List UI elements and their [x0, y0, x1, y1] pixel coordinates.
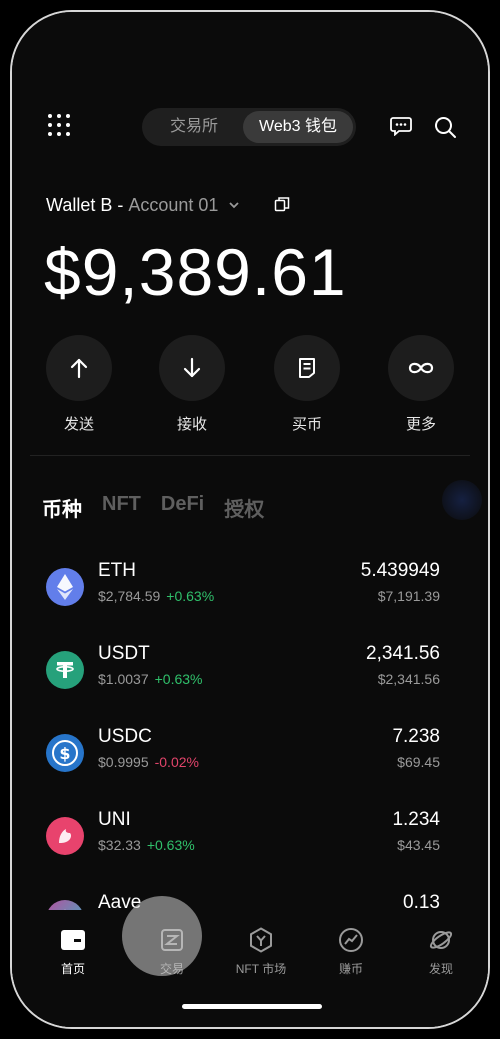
- token-price-row: $32.33 +0.63%: [98, 837, 195, 853]
- svg-text:$: $: [59, 744, 70, 763]
- background-glow: [442, 480, 482, 520]
- receive-label: 接收: [176, 416, 207, 433]
- chevron-down-icon: [229, 202, 240, 209]
- token-change: +0.63%: [166, 588, 215, 604]
- usdc-icon: $: [46, 734, 84, 772]
- token-symbol: USDC: [98, 726, 152, 747]
- token-value: $2,341.56: [377, 671, 440, 687]
- send-button[interactable]: 发送: [39, 335, 119, 434]
- token-price-row: $0.9995 -0.02%: [98, 754, 199, 770]
- action-row: 发送 接收 买币 更多: [12, 335, 488, 445]
- token-quantity: 5.439949: [360, 560, 440, 581]
- tab-nft[interactable]: NFT: [102, 493, 141, 523]
- nav-earn-label: 赚币: [338, 962, 363, 976]
- total-balance: $9,389.61: [44, 235, 347, 309]
- wallet-separator: -: [117, 194, 124, 215]
- home-indicator[interactable]: [182, 1004, 322, 1009]
- buy-crypto-label: 买币: [291, 416, 322, 433]
- token-quantity: 1.234: [392, 809, 440, 830]
- search-icon[interactable]: [433, 115, 457, 139]
- divider: [30, 455, 470, 456]
- nav-nft-market[interactable]: NFT 市场: [221, 926, 301, 977]
- token-price: $0.9995: [98, 754, 149, 770]
- uni-icon: [46, 817, 84, 855]
- nav-discover-label: 发现: [428, 962, 453, 976]
- phone-frame: 交易所 Web3 钱包 Wallet B - Account 01 $9,389…: [10, 10, 490, 1029]
- arrow-up-icon: [70, 358, 88, 379]
- token-price-row: $1.0037 +0.63%: [98, 671, 202, 687]
- touch-indicator: [122, 896, 202, 976]
- token-value: $43.45: [397, 837, 440, 853]
- nav-home-label: 首页: [60, 962, 85, 976]
- nav-home[interactable]: 首页: [33, 926, 113, 977]
- infinity-icon: [408, 362, 434, 374]
- receive-button[interactable]: 接收: [152, 335, 232, 434]
- token-symbol: UNI: [98, 809, 131, 830]
- token-symbol: ETH: [98, 560, 136, 581]
- token-quantity: 7.238: [392, 726, 440, 747]
- token-row-usdt[interactable]: USDT $1.0037 +0.63% 2,341.56 $2,341.56: [12, 643, 488, 713]
- more-label: 更多: [405, 416, 436, 433]
- copy-icon[interactable]: [274, 196, 290, 212]
- nav-nft-market-label: NFT 市场: [235, 962, 287, 976]
- send-label: 发送: [63, 416, 94, 433]
- token-quantity: 2,341.56: [366, 643, 440, 664]
- token-value: $7,191.39: [377, 588, 440, 604]
- usdt-icon: [46, 651, 84, 689]
- nft-market-icon: [250, 927, 272, 953]
- token-symbol: USDT: [98, 643, 150, 664]
- grid-menu-icon[interactable]: [48, 114, 70, 136]
- nav-discover[interactable]: 发现: [401, 926, 481, 977]
- token-change: +0.63%: [146, 837, 195, 853]
- message-icon[interactable]: [390, 116, 412, 136]
- home-icon: [61, 930, 85, 950]
- token-change: -0.02%: [154, 754, 199, 770]
- wallet-selector[interactable]: Wallet B - Account 01: [46, 193, 240, 217]
- account-name: Account 01: [128, 194, 219, 215]
- tab-approvals[interactable]: 授权: [224, 493, 264, 523]
- token-row-eth[interactable]: ETH $2,784.59 +0.63% 5.439949 $7,191.39: [12, 560, 488, 630]
- tab-tokens[interactable]: 币种: [42, 493, 82, 523]
- top-header: 交易所 Web3 钱包: [12, 102, 488, 148]
- token-price: $2,784.59: [98, 588, 161, 604]
- token-row-uni[interactable]: UNI $32.33 +0.63% 1.234 $43.45: [12, 809, 488, 879]
- wallet-screen: 交易所 Web3 钱包 Wallet B - Account 01 $9,389…: [12, 12, 488, 1027]
- token-price: $32.33: [98, 837, 141, 853]
- eth-icon: [46, 568, 84, 606]
- token-value: $69.45: [397, 754, 440, 770]
- bottom-nav: 首页 交易 NFT 市场: [12, 910, 488, 1027]
- more-button[interactable]: 更多: [381, 335, 461, 434]
- tab-exchange[interactable]: 交易所: [146, 111, 242, 143]
- nav-earn[interactable]: 赚币: [311, 926, 391, 977]
- wallet-name: Wallet B: [46, 194, 113, 215]
- earn-icon: [339, 928, 363, 952]
- asset-tabs: 币种 NFT DeFi 授权: [42, 493, 264, 523]
- token-row-usdc[interactable]: $ USDC $0.9995 -0.02% 7.238 $69.45: [12, 726, 488, 796]
- token-price-row: $2,784.59 +0.63%: [98, 588, 214, 604]
- token-price: $1.0037: [98, 671, 149, 687]
- arrow-down-icon: [183, 357, 201, 378]
- tab-web3-wallet[interactable]: Web3 钱包: [243, 111, 353, 143]
- discover-icon: [429, 931, 453, 949]
- buy-crypto-button[interactable]: 买币: [267, 335, 347, 434]
- token-change: +0.63%: [154, 671, 203, 687]
- document-icon: [299, 358, 315, 378]
- mode-switch: 交易所 Web3 钱包: [142, 108, 356, 146]
- tab-defi[interactable]: DeFi: [161, 493, 204, 523]
